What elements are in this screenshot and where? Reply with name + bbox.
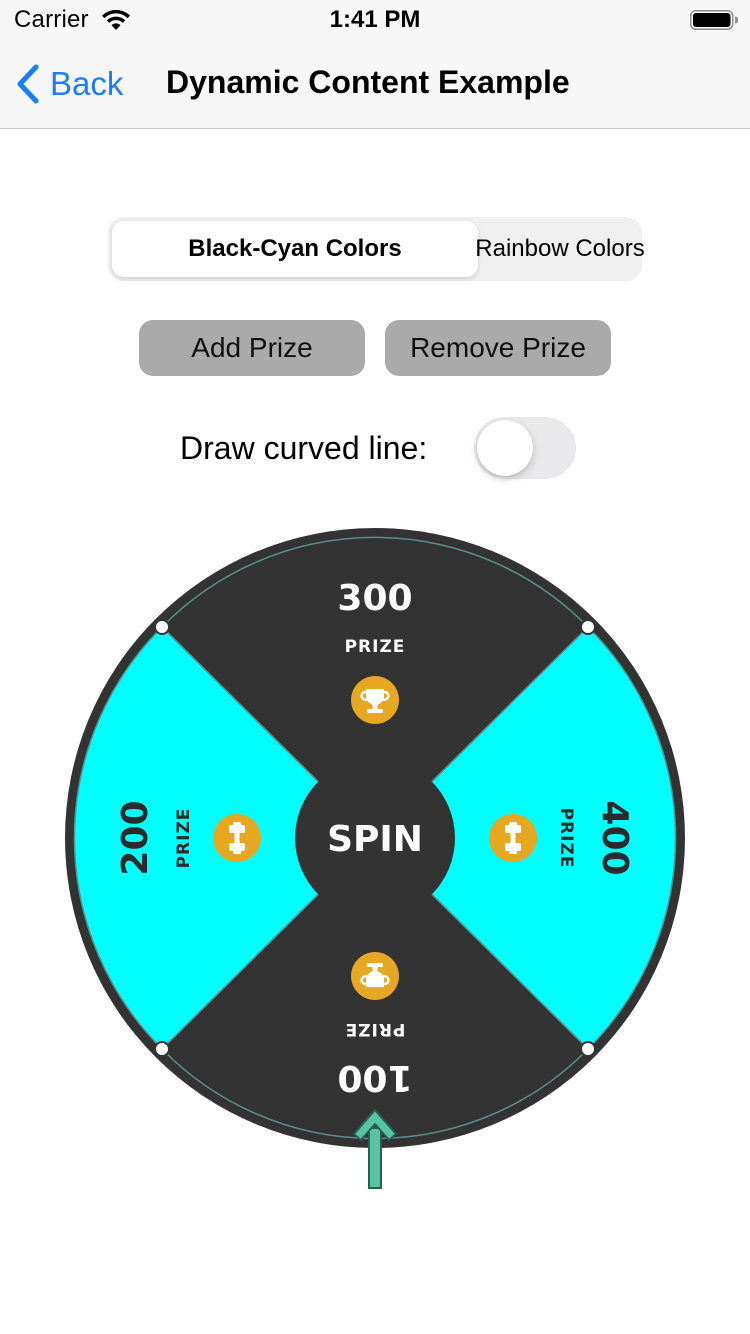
curved-line-toggle[interactable] xyxy=(474,417,576,479)
spin-label[interactable]: SPIN xyxy=(327,819,423,860)
prize-caption: PRIZE xyxy=(174,808,194,869)
prize-wheel[interactable]: SPIN 300 PRIZE 400 PRIZE 100 PRIZE 200 P… xyxy=(0,500,750,1200)
trophy-icon xyxy=(351,676,399,724)
prize-amount: 200 xyxy=(115,800,156,875)
segment-rainbow-colors[interactable]: Rainbow Colors xyxy=(475,221,644,277)
wheel-peg xyxy=(154,619,170,635)
dumbbell-icon xyxy=(213,814,261,862)
prize-amount: 100 xyxy=(337,1057,412,1098)
curved-line-label: Draw curved line: xyxy=(180,430,428,466)
wheel-peg xyxy=(580,1041,596,1057)
wheel-peg xyxy=(154,1041,170,1057)
trophy-icon xyxy=(351,952,399,1000)
chevron-left-icon xyxy=(17,64,39,104)
toggle-knob xyxy=(477,420,533,476)
battery-icon xyxy=(690,10,738,30)
prize-caption: PRIZE xyxy=(556,808,576,869)
navigation-bar: Back Dynamic Content Example xyxy=(0,40,750,129)
clock-time: 1:41 PM xyxy=(329,6,421,33)
remove-prize-button[interactable]: Remove Prize xyxy=(385,320,611,376)
prize-amount: 300 xyxy=(337,578,412,619)
prize-caption: PRIZE xyxy=(345,637,406,657)
status-bar: Carrier 1:41 PM xyxy=(0,0,750,40)
page-title: Dynamic Content Example xyxy=(166,64,570,100)
prize-amount: 400 xyxy=(594,800,635,875)
back-button[interactable]: Back xyxy=(14,62,123,106)
add-prize-button[interactable]: Add Prize xyxy=(139,320,365,376)
back-label: Back xyxy=(50,65,124,102)
wheel-peg xyxy=(580,619,596,635)
segment-black-cyan-colors[interactable]: Black-Cyan Colors xyxy=(112,221,478,277)
prize-caption: PRIZE xyxy=(345,1019,406,1039)
dumbbell-icon xyxy=(489,814,537,862)
color-mode-segmented-control: Black-Cyan Colors Rainbow Colors xyxy=(108,217,645,281)
